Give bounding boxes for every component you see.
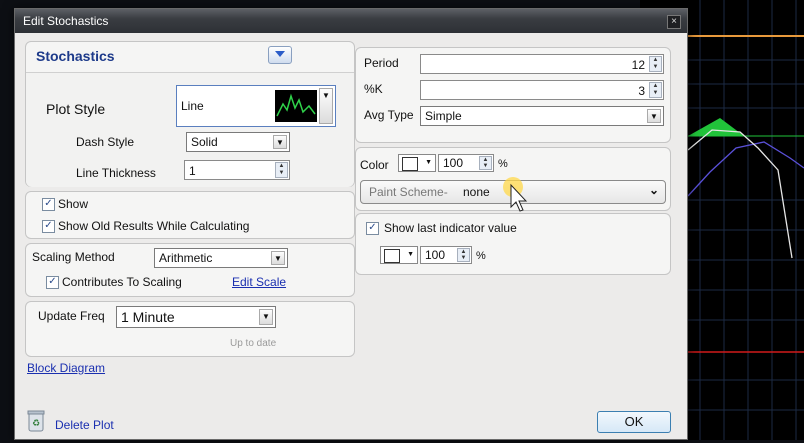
color-swatch — [402, 157, 418, 171]
scaling-method-value: Arithmetic — [159, 251, 213, 265]
chevron-down-icon: ▼ — [259, 309, 273, 325]
last-indicator-panel: ✓ Show last indicator value ▼ 100 ▲ ▼ % — [355, 213, 671, 275]
last-indicator-checkbox[interactable]: ✓ — [366, 222, 379, 235]
period-value: 12 — [631, 58, 645, 72]
line-thickness-field[interactable]: 1 ▲ ▼ — [184, 160, 290, 180]
paint-scheme-value: none — [463, 185, 490, 199]
delete-plot-link[interactable]: Delete Plot — [55, 418, 114, 432]
edit-scale-link[interactable]: Edit Scale — [232, 275, 286, 289]
collapse-button[interactable] — [268, 46, 292, 64]
show-old-results-checkbox[interactable]: ✓ — [42, 220, 55, 233]
line-thickness-stepper[interactable]: ▲ ▼ — [275, 162, 288, 178]
update-freq-select[interactable]: 1 Minute ▼ — [116, 306, 276, 328]
show-checkbox[interactable]: ✓ — [42, 198, 55, 211]
collapse-arrow-icon — [275, 51, 285, 57]
svg-text:♻: ♻ — [32, 419, 40, 429]
last-indicator-opacity-field[interactable]: 100 ▲ ▼ — [420, 246, 472, 264]
contributes-label: Contributes To Scaling — [62, 275, 182, 289]
color-label: Color — [360, 158, 389, 172]
window-title: Edit Stochastics — [23, 14, 109, 28]
contributes-checkbox[interactable]: ✓ — [46, 276, 59, 289]
period-stepper[interactable]: ▲ ▼ — [649, 56, 662, 72]
plot-header: Stochastics — [36, 48, 115, 64]
avg-type-select[interactable]: Simple ▼ — [420, 106, 664, 126]
update-status: Up to date — [230, 338, 277, 349]
color-opacity-value: 100 — [443, 156, 464, 170]
color-picker[interactable]: ▼ — [398, 154, 436, 172]
show-old-results-label: Show Old Results While Calculating — [58, 219, 250, 233]
parameters-panel: Period 12 ▲ ▼ %K 3 ▲ ▼ Avg Type Simple ▼ — [355, 47, 671, 143]
show-options-panel: ✓ Show ✓ Show Old Results While Calculat… — [25, 191, 355, 239]
chevron-down-icon: ▼ — [407, 251, 414, 258]
color-opacity-stepper[interactable]: ▲ ▼ — [479, 156, 492, 170]
chevron-down-icon: ▼ — [647, 109, 661, 123]
k-stepper[interactable]: ▲ ▼ — [649, 82, 662, 98]
period-label: Period — [364, 56, 399, 70]
k-value: 3 — [638, 84, 645, 98]
plot-style-value: Line — [181, 99, 204, 113]
color-percent: % — [498, 158, 508, 170]
k-field[interactable]: 3 ▲ ▼ — [420, 80, 664, 100]
update-freq-value: 1 Minute — [121, 309, 175, 325]
last-indicator-opacity-value: 100 — [425, 248, 446, 262]
recycle-bin-icon[interactable]: ♻ — [27, 409, 45, 433]
plot-style-select[interactable]: Line ▼ — [176, 85, 336, 127]
scaling-method-label: Scaling Method — [32, 250, 115, 264]
last-indicator-label: Show last indicator value — [384, 221, 517, 235]
period-field[interactable]: 12 ▲ ▼ — [420, 54, 664, 74]
mouse-pointer-icon — [501, 177, 537, 213]
color-swatch — [384, 249, 400, 263]
scaling-method-select[interactable]: Arithmetic ▼ — [154, 248, 288, 268]
plot-style-panel: Stochastics Plot Style Line ▼ Dash Style… — [25, 41, 355, 187]
k-label: %K — [364, 82, 383, 96]
chevron-down-icon: ▼ — [425, 159, 432, 166]
color-opacity-field[interactable]: 100 ▲ ▼ — [438, 154, 494, 172]
line-preview-icon — [275, 90, 317, 122]
paint-scheme-label: Paint Scheme- — [369, 185, 448, 199]
show-label: Show — [58, 197, 89, 211]
chevron-down-icon: ▼ — [319, 88, 333, 124]
plot-style-label: Plot Style — [46, 101, 106, 117]
last-indicator-percent: % — [476, 250, 486, 262]
ok-button[interactable]: OK — [597, 411, 671, 433]
chevron-down-icon: ▼ — [273, 135, 287, 149]
close-button[interactable]: × — [667, 15, 681, 29]
edit-dialog: Edit Stochastics × Stochastics Plot Styl… — [14, 8, 688, 440]
dash-style-select[interactable]: Solid ▼ — [186, 132, 290, 152]
scaling-panel: Scaling Method Arithmetic ▼ ✓ Contribute… — [25, 243, 355, 297]
green-fill-area — [688, 118, 744, 136]
line-thickness-label: Line Thickness — [76, 166, 156, 180]
chevron-down-icon: ⌄ — [648, 183, 659, 197]
title-bar: Edit Stochastics × — [15, 9, 687, 33]
avg-type-label: Avg Type — [364, 108, 414, 122]
update-panel: Update Freq 1 Minute ▼ Up to date — [25, 301, 355, 357]
dash-style-value: Solid — [191, 135, 218, 149]
block-diagram-link[interactable]: Block Diagram — [27, 361, 105, 375]
last-indicator-color-picker[interactable]: ▼ — [380, 246, 418, 264]
last-indicator-opacity-stepper[interactable]: ▲ ▼ — [457, 248, 470, 262]
chevron-down-icon: ▼ — [271, 251, 285, 265]
purple-k-line — [687, 141, 804, 197]
dash-style-label: Dash Style — [76, 135, 135, 149]
line-thickness-value: 1 — [189, 164, 196, 178]
avg-type-value: Simple — [425, 109, 462, 123]
update-freq-label: Update Freq — [38, 309, 105, 323]
